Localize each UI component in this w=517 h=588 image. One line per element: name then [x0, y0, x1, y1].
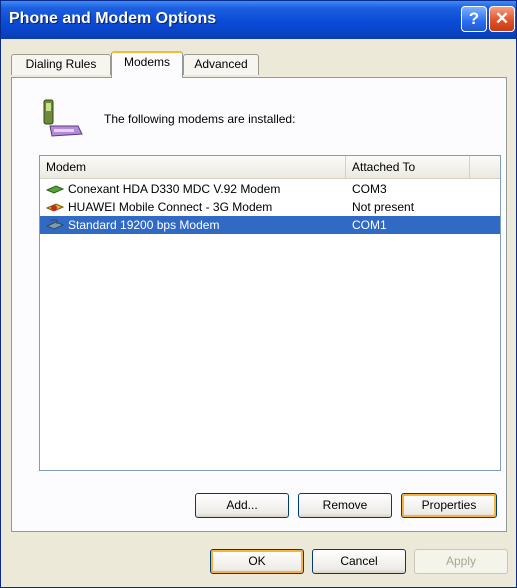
- window-title: Phone and Modem Options: [9, 10, 217, 27]
- remove-button[interactable]: Remove: [298, 493, 392, 518]
- table-row[interactable]: Conexant HDA D330 MDC V.92 Modem COM3: [40, 180, 500, 198]
- title-bar[interactable]: Phone and Modem Options ? ✕: [1, 1, 516, 39]
- properties-button[interactable]: Properties: [401, 493, 497, 518]
- add-button[interactable]: Add...: [195, 493, 289, 518]
- modem-list[interactable]: Modem Attached To Conexant HDA D330 MDC …: [39, 155, 501, 471]
- close-button[interactable]: ✕: [489, 6, 515, 32]
- modem-icon: [46, 219, 64, 230]
- modem-icon: [46, 185, 64, 194]
- modem-name: Conexant HDA D330 MDC V.92 Modem: [68, 182, 281, 196]
- phone-modem-options-window: Phone and Modem Options ? ✕ Dialing Rule…: [0, 0, 517, 588]
- ok-button[interactable]: OK: [210, 549, 304, 574]
- help-button[interactable]: ?: [461, 6, 487, 32]
- table-row[interactable]: HUAWEI Mobile Connect - 3G Modem Not pre…: [40, 198, 500, 216]
- tab-dialing-rules[interactable]: Dialing Rules: [11, 54, 111, 75]
- modems-panel: The following modems are installed: Mode…: [11, 77, 507, 532]
- apply-button[interactable]: Apply: [414, 549, 508, 574]
- modem-icon: [46, 203, 64, 212]
- modem-port: Not present: [352, 200, 415, 214]
- list-header: Modem Attached To: [40, 156, 500, 179]
- column-header-attached-to[interactable]: Attached To: [346, 156, 470, 178]
- column-header-modem[interactable]: Modem: [40, 156, 346, 178]
- cancel-button[interactable]: Cancel: [312, 549, 406, 574]
- modem-port: COM1: [352, 218, 387, 232]
- table-row[interactable]: Standard 19200 bps Modem COM1: [40, 216, 500, 234]
- modem-name: HUAWEI Mobile Connect - 3G Modem: [68, 200, 273, 214]
- tab-modems[interactable]: Modems: [111, 51, 183, 78]
- intro-text: The following modems are installed:: [104, 112, 296, 126]
- modem-name: Standard 19200 bps Modem: [68, 218, 220, 232]
- modem-port: COM3: [352, 182, 387, 196]
- tab-advanced[interactable]: Advanced: [183, 54, 259, 75]
- phone-modem-icon: [43, 99, 83, 137]
